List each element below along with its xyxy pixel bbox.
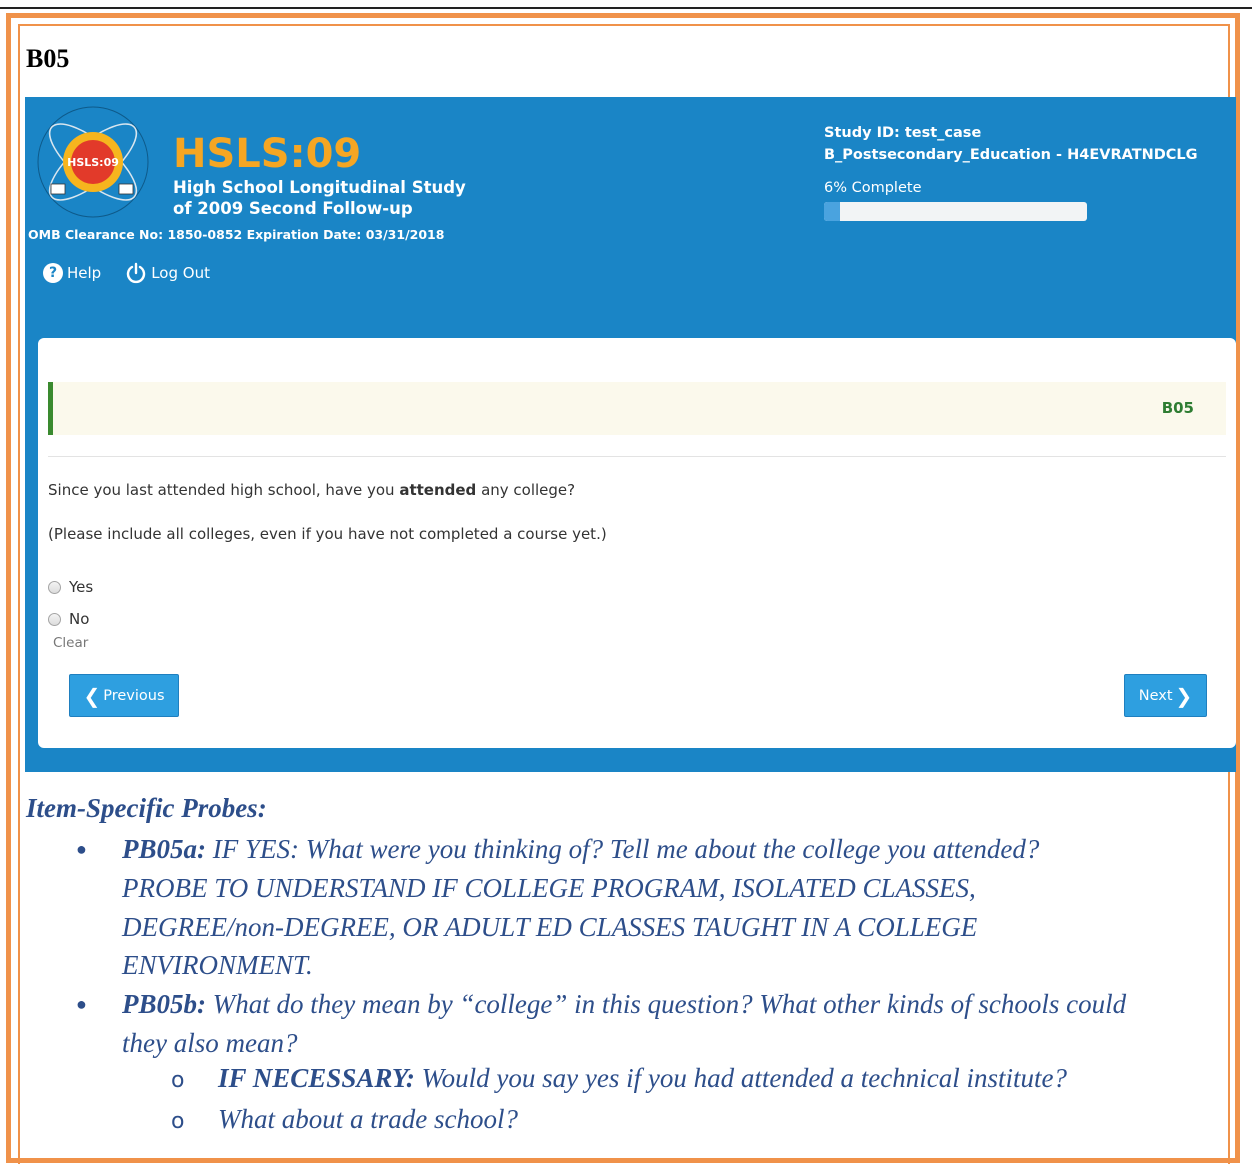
question-note: (Please include all colleges, even if yo… [48,525,607,543]
chevron-right-icon: ❯ [1175,683,1193,708]
sub1-text: Would you say yes if you had attended a … [414,1063,1068,1093]
study-info: Study ID: test_case B_Postsecondary_Educ… [824,122,1198,166]
probe-pb05b: PB05b: What do they mean by “college” in… [122,985,1126,1063]
probes-title: Item-Specific Probes: [26,793,267,823]
omb-clearance: OMB Clearance No: 1850-0852 Expiration D… [28,227,445,242]
progress-bar [824,202,1087,221]
help-label: Help [67,264,102,282]
pb05b-label: PB05b: [122,989,206,1019]
next-button[interactable]: Next ❯ [1124,674,1207,717]
pb05a-label: PB05a: [122,834,206,864]
progress-fill [824,202,840,221]
logout-link[interactable]: Log Out [125,262,210,284]
help-icon: ? [43,263,63,283]
section-variable: B_Postsecondary_Education - H4EVRATNDCLG [824,147,1198,163]
question-text-before: Since you last attended high school, hav… [48,481,400,499]
option-yes[interactable]: Yes [48,578,93,596]
probe-sub2: What about a trade school? [218,1104,518,1134]
pb05a-line3: DEGREE/non-DEGREE, OR ADULT ED CLASSES T… [122,911,978,942]
option-yes-label: Yes [69,578,94,596]
previous-label: Previous [103,687,165,704]
option-no-label: No [69,610,90,628]
brand-subtitle-line2: of 2009 Second Follow-up [173,199,413,218]
bullet-icon: ● [76,839,87,859]
pb05a-line2: PROBE TO UNDERSTAND IF COLLEGE PROGRAM, … [122,872,976,903]
header-nav: ? Help Log Out [43,262,210,284]
brand-subtitle-line1: High School Longitudinal Study [173,178,466,197]
page-heading: B05 [26,44,70,73]
sub-bullet-icon: o [171,1109,185,1134]
pb05a-line4: ENVIRONMENT. [122,950,313,981]
hsls-logo: HSLS:09 [37,106,149,218]
chevron-left-icon: ❮ [83,683,101,708]
bullet-icon: ● [76,994,87,1014]
logo-text: HSLS:09 [67,156,119,169]
probe-pb05a: PB05a: IF YES: What were you thinking of… [122,830,1039,985]
power-icon [127,262,146,284]
option-no[interactable]: No [48,610,89,628]
pb05b-line2: they also mean? [122,1027,298,1058]
radio-no[interactable] [48,612,61,626]
question-text: Since you last attended high school, hav… [48,481,575,499]
progress-label: 6% Complete [824,180,922,196]
sub1-label: IF NECESSARY: [218,1063,415,1093]
brand-title: HSLS:09 [173,131,362,177]
top-rule [0,7,1252,9]
question-text-bold: attended [399,481,477,499]
probe-sub1: IF NECESSARY: Would you say yes if you h… [218,1063,1067,1094]
brand-subtitle: High School Longitudinal Study of 2009 S… [173,177,466,219]
logout-label: Log Out [151,264,210,282]
survey-header: HSLS:09 HSLS:09 High School Longitudinal… [25,97,1236,772]
clear-link[interactable]: Clear [53,635,88,651]
study-id: Study ID: test_case [824,125,982,141]
radio-yes[interactable] [48,580,61,594]
probes-section: Item-Specific Probes: ● PB05a: IF YES: W… [26,793,1226,1134]
divider [48,456,1226,457]
next-label: Next [1138,687,1173,704]
pb05b-line1: What do they mean by “college” in this q… [206,989,1127,1019]
help-link[interactable]: ? Help [43,263,101,283]
previous-button[interactable]: ❮ Previous [69,674,179,717]
question-code: B05 [1161,399,1194,417]
question-text-after: any college? [476,481,576,499]
sub-bullet-icon: o [171,1068,185,1093]
question-banner: B05 [48,382,1226,435]
pb05a-line1: IF YES: What were you thinking of? Tell … [206,834,1040,864]
question-card: B05 Since you last attended high school,… [38,338,1236,748]
